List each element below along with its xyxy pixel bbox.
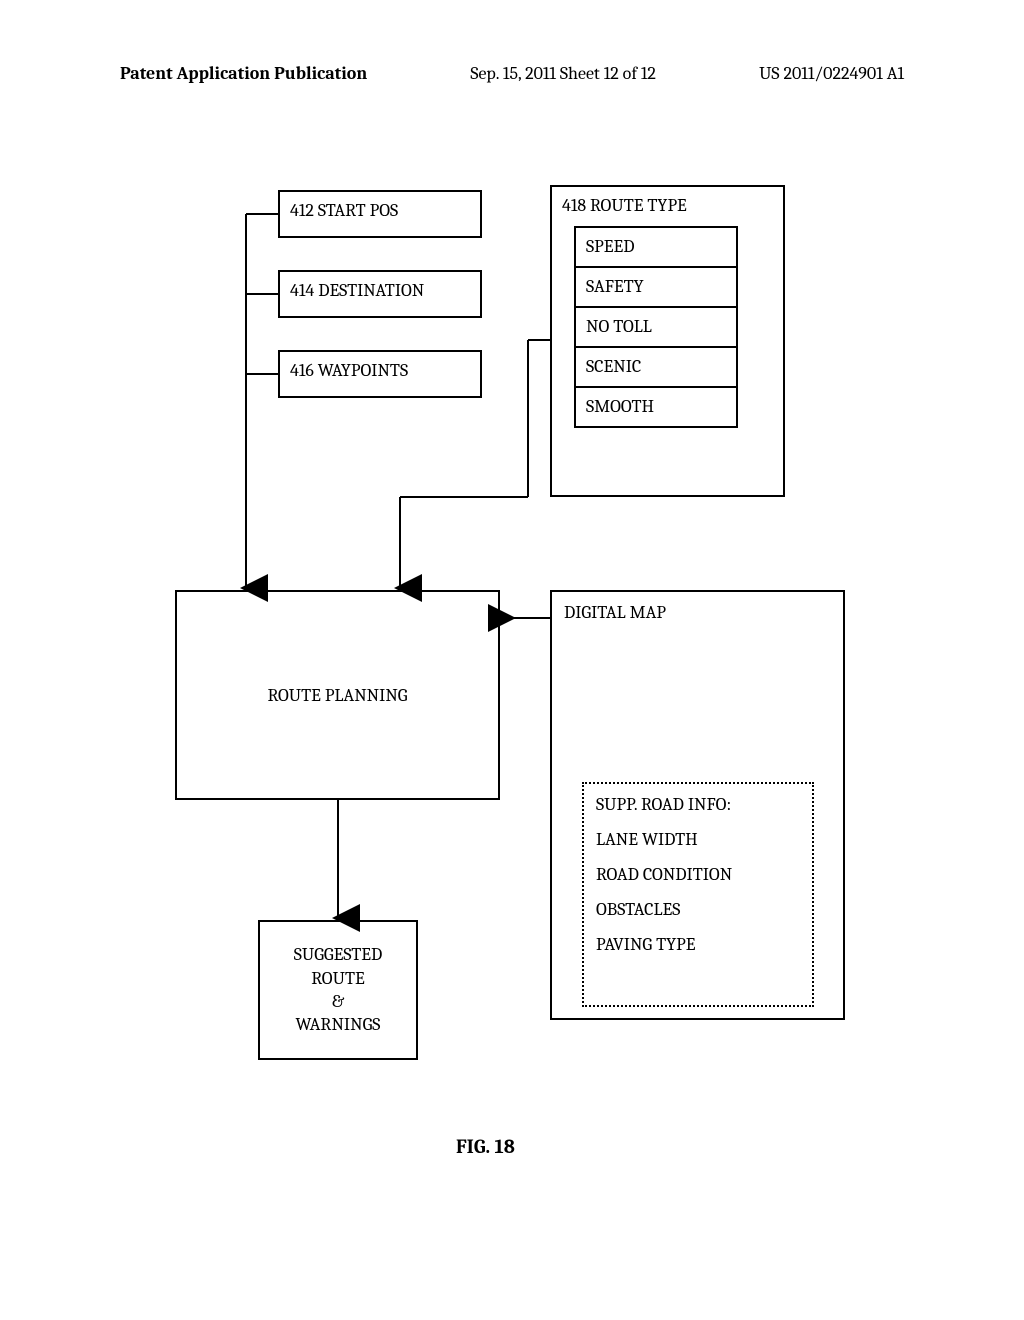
suggested-route-box: SUGGESTED ROUTE & WARNINGS [258, 920, 418, 1060]
route-type-item-speed: SPEED [574, 226, 738, 268]
waypoints-box: 416 WAYPOINTS [278, 350, 482, 398]
supp-item-road-condition: ROAD CONDITION [596, 864, 800, 885]
route-planning-label: ROUTE PLANNING [267, 685, 407, 706]
start-pos-box: 412 START POS [278, 190, 482, 238]
route-type-item-safety: SAFETY [574, 266, 738, 308]
digital-map-box: DIGITAL MAP SUPP. ROAD INFO: LANE WIDTH … [550, 590, 845, 1020]
destination-label: 414 DESTINATION [290, 280, 424, 301]
route-type-item-scenic: SCENIC [574, 346, 738, 388]
figure-label: FIG. 18 [456, 1135, 515, 1158]
route-type-item-label: SPEED [586, 236, 634, 257]
suggested-route-label: SUGGESTED ROUTE & WARNINGS [294, 943, 383, 1037]
connectors [0, 0, 1024, 1320]
digital-map-title: DIGITAL MAP [564, 602, 831, 623]
route-type-item-label: NO TOLL [586, 316, 652, 337]
waypoints-label: 416 WAYPOINTS [290, 360, 408, 381]
header-publication: Patent Application Publication [120, 63, 367, 84]
route-type-item-smooth: SMOOTH [574, 386, 738, 428]
supp-item-paving-type: PAVING TYPE [596, 934, 800, 955]
route-type-item-label: SAFETY [586, 276, 644, 297]
route-type-item-notoll: NO TOLL [574, 306, 738, 348]
supp-item-obstacles: OBSTACLES [596, 899, 800, 920]
route-type-title: 418 ROUTE TYPE [562, 195, 773, 216]
route-planning-box: ROUTE PLANNING [175, 590, 500, 800]
route-type-item-label: SMOOTH [586, 396, 654, 417]
header-date-sheet: Sep. 15, 2011 Sheet 12 of 12 [470, 63, 656, 84]
page-header: Patent Application Publication Sep. 15, … [120, 63, 904, 84]
start-pos-label: 412 START POS [290, 200, 398, 221]
destination-box: 414 DESTINATION [278, 270, 482, 318]
route-type-box: 418 ROUTE TYPE SPEED SAFETY NO TOLL SCEN… [550, 185, 785, 497]
header-pub-number: US 2011/0224901 A1 [759, 63, 904, 84]
supp-road-info-box: SUPP. ROAD INFO: LANE WIDTH ROAD CONDITI… [582, 782, 814, 1007]
route-type-item-label: SCENIC [586, 356, 641, 377]
page: Patent Application Publication Sep. 15, … [0, 0, 1024, 1320]
supp-road-info-title: SUPP. ROAD INFO: [596, 794, 800, 815]
supp-item-lane-width: LANE WIDTH [596, 829, 800, 850]
